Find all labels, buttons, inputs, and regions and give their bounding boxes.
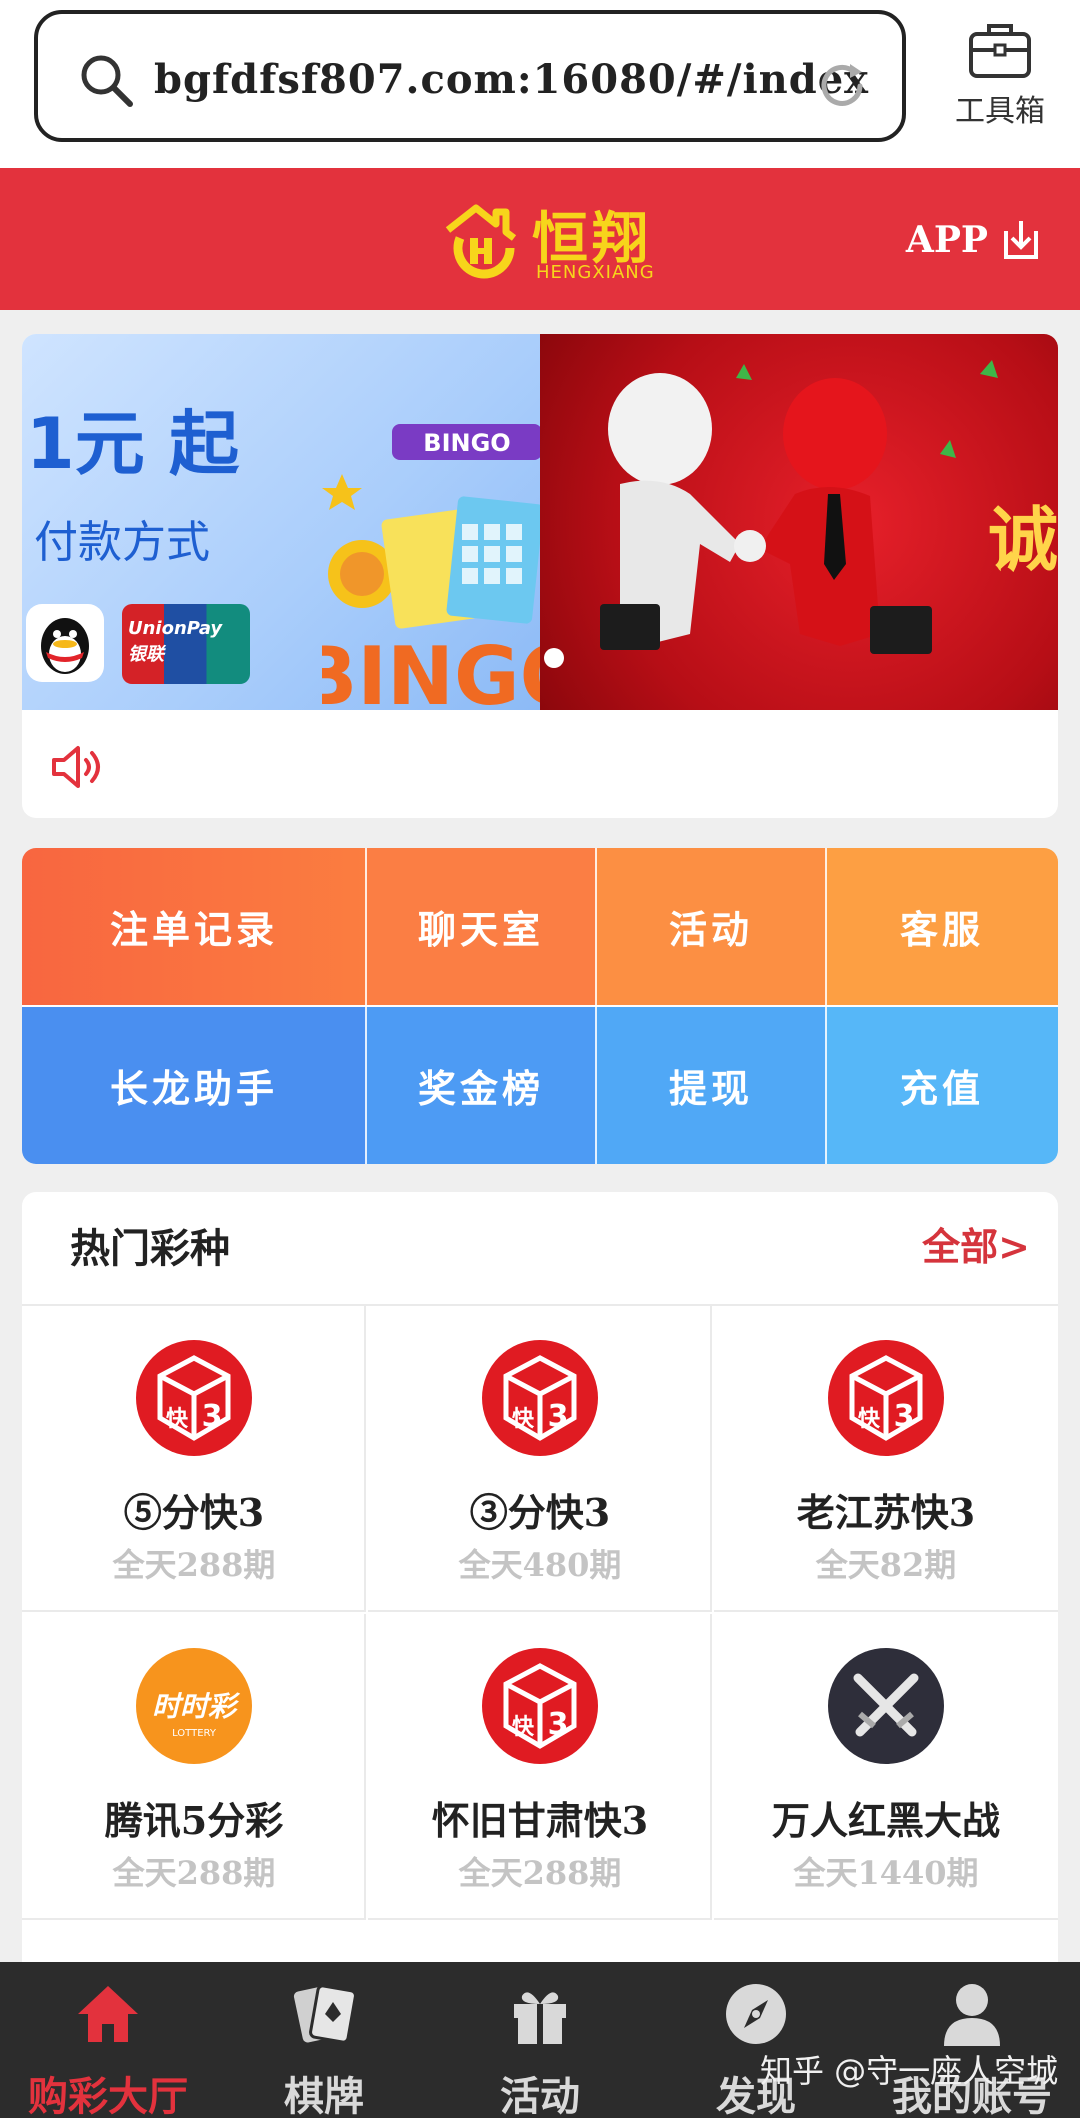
quick-label: 聊天室	[417, 907, 544, 952]
speaker-icon[interactable]	[50, 742, 106, 792]
game-name: 腾讯5分彩	[104, 1798, 284, 1843]
quick-label: 活动	[668, 907, 753, 952]
game-tile[interactable]: 快 3 ③分快3 全天480期	[368, 1306, 712, 1612]
bingo-large-text: BINGO	[322, 630, 542, 710]
game-name: 怀旧甘肃快3	[431, 1798, 649, 1843]
quick-label: 奖金榜	[417, 1066, 544, 1111]
game-draws: 全天82期	[815, 1546, 957, 1584]
promo-subtitle: 付款方式	[34, 517, 210, 568]
banner-card: 1元 起 付款方式 UnionPay 银联 BINGO BING 诚	[22, 334, 1058, 818]
kuai3-dice-icon: 快 3	[482, 1648, 598, 1764]
app-download-label: APP	[905, 219, 988, 261]
kuai3-dice-icon: 快 3	[482, 1340, 598, 1456]
svg-text:3: 3	[202, 1399, 223, 1434]
quick-deposit[interactable]: 充值	[826, 1007, 1058, 1164]
user-icon	[944, 1984, 1000, 2046]
game-name: 老江苏快3	[796, 1490, 976, 1535]
svg-text:LOTTERY: LOTTERY	[172, 1728, 217, 1739]
view-all-link[interactable]: 全部>	[922, 1216, 1030, 1271]
quick-streak-assistant[interactable]: 长龙助手	[22, 1007, 366, 1164]
toolbox-label: 工具箱	[955, 94, 1045, 129]
hot-games-section: 热门彩种 全部> 快 3 ⑤分快3 全天288期 快 3 ③分快3 全天480期…	[22, 1192, 1058, 1962]
reload-icon[interactable]	[814, 58, 870, 114]
kuai3-dice-icon: 快 3	[136, 1340, 252, 1456]
toolbox-button[interactable]: 工具箱	[940, 18, 1060, 138]
game-draws: 全天288期	[458, 1854, 622, 1892]
svg-text:快: 快	[858, 1407, 881, 1432]
nav-label: 棋牌	[284, 2073, 364, 2118]
watermark: 知乎 @守一座人空城	[760, 2052, 1059, 2090]
nav-label: 购彩大厅	[28, 2073, 188, 2118]
game-tile[interactable]: 万人红黑大战 全天1440期	[714, 1614, 1058, 1920]
kuai3-dice-icon: 快 3	[828, 1340, 944, 1456]
logo: 恒翔 HENGXIANG	[432, 190, 662, 290]
section-title: 热门彩种	[70, 1225, 230, 1272]
banner-slide-handshake[interactable]: 诚	[540, 334, 1058, 710]
search-icon	[81, 55, 133, 107]
banner-carousel[interactable]: 1元 起 付款方式 UnionPay 银联 BINGO BING 诚	[22, 334, 1058, 710]
quick-activities[interactable]: 活动	[596, 848, 826, 1005]
logo-icon	[445, 204, 517, 279]
game-tile[interactable]: 时时彩 LOTTERY 腾讯5分彩 全天288期	[22, 1614, 366, 1920]
grid-divider	[22, 1005, 1058, 1007]
svg-text:快: 快	[512, 1407, 535, 1432]
svg-text:时时彩: 时时彩	[152, 1690, 241, 1723]
handshake-illustration	[600, 360, 998, 654]
address-bar[interactable]: bgfdfsf807.com:16080/#/index	[34, 10, 906, 142]
bingo-illustration: BINGO BINGO	[322, 424, 542, 710]
toolbox-icon	[969, 24, 1031, 78]
bingo-text: BINGO	[423, 429, 510, 457]
game-tile[interactable]: 快 3 ⑤分快3 全天288期	[22, 1306, 366, 1612]
quick-label: 充值	[899, 1066, 984, 1111]
nav-label: 活动	[500, 2073, 580, 2118]
nav-activities[interactable]: 活动	[432, 1972, 648, 2118]
game-name: 万人红黑大战	[771, 1798, 1000, 1843]
game-name: ⑤分快3	[123, 1490, 265, 1535]
quick-menu-grid: 注单记录 聊天室 活动 客服 长龙助手 奖金榜 提现 充值	[22, 848, 1058, 1164]
quick-label: 客服	[899, 907, 984, 952]
quick-label: 长龙助手	[109, 1066, 278, 1111]
quick-withdraw[interactable]: 提现	[596, 1007, 826, 1164]
shishicai-lottery-icon: 时时彩 LOTTERY	[136, 1648, 252, 1764]
logo-subtext: HENGXIANG	[536, 262, 655, 283]
game-draws: 全天288期	[112, 1546, 276, 1584]
cards-icon	[293, 1984, 357, 2044]
compass-icon	[726, 1984, 786, 2044]
nav-lottery-hall[interactable]: 购彩大厅	[0, 1972, 216, 2118]
browser-bar: bgfdfsf807.com:16080/#/index 工具箱	[0, 0, 1080, 168]
svg-text:3: 3	[548, 1399, 569, 1434]
gift-icon	[514, 1992, 566, 2044]
svg-text:3: 3	[548, 1707, 569, 1742]
download-icon	[1004, 221, 1038, 259]
bottom-navigation: 购彩大厅 棋牌 活动 发现 我的账号	[0, 1962, 1080, 2118]
svg-text:快: 快	[166, 1407, 189, 1432]
unionpay-logo: UnionPay 银联	[122, 604, 250, 684]
game-draws: 全天480期	[458, 1546, 622, 1584]
quick-customer-service[interactable]: 客服	[826, 848, 1058, 1005]
game-draws: 全天1440期	[793, 1854, 979, 1892]
qq-icon	[26, 604, 104, 682]
nav-card-games[interactable]: 棋牌	[216, 1972, 432, 2118]
app-download-button[interactable]: APP	[906, 212, 1044, 268]
quick-bet-records[interactable]: 注单记录	[22, 848, 366, 1005]
quick-label: 注单记录	[109, 907, 278, 952]
app-header: 恒翔 HENGXIANG APP	[0, 168, 1080, 310]
quick-label: 提现	[668, 1066, 753, 1111]
crossed-swords-icon	[828, 1648, 944, 1764]
carousel-indicator[interactable]	[544, 648, 564, 668]
game-tile[interactable]: 快 3 怀旧甘肃快3 全天288期	[368, 1614, 712, 1920]
svg-text:快: 快	[512, 1715, 535, 1740]
banner-slogan: 诚	[988, 499, 1058, 581]
game-tile[interactable]: 快 3 老江苏快3 全天82期	[714, 1306, 1058, 1612]
banner-slide-payment[interactable]: 1元 起 付款方式 UnionPay 银联 BINGO BING	[22, 334, 542, 710]
svg-text:3: 3	[894, 1399, 915, 1434]
game-name: ③分快3	[469, 1490, 611, 1535]
url-text[interactable]: bgfdfsf807.com:16080/#/index	[154, 50, 869, 110]
home-icon	[78, 1986, 138, 2042]
quick-prize-ranking[interactable]: 奖金榜	[366, 1007, 596, 1164]
game-draws: 全天288期	[112, 1854, 276, 1892]
promo-price: 1元 起	[26, 403, 240, 485]
quick-chat-room[interactable]: 聊天室	[366, 848, 596, 1005]
